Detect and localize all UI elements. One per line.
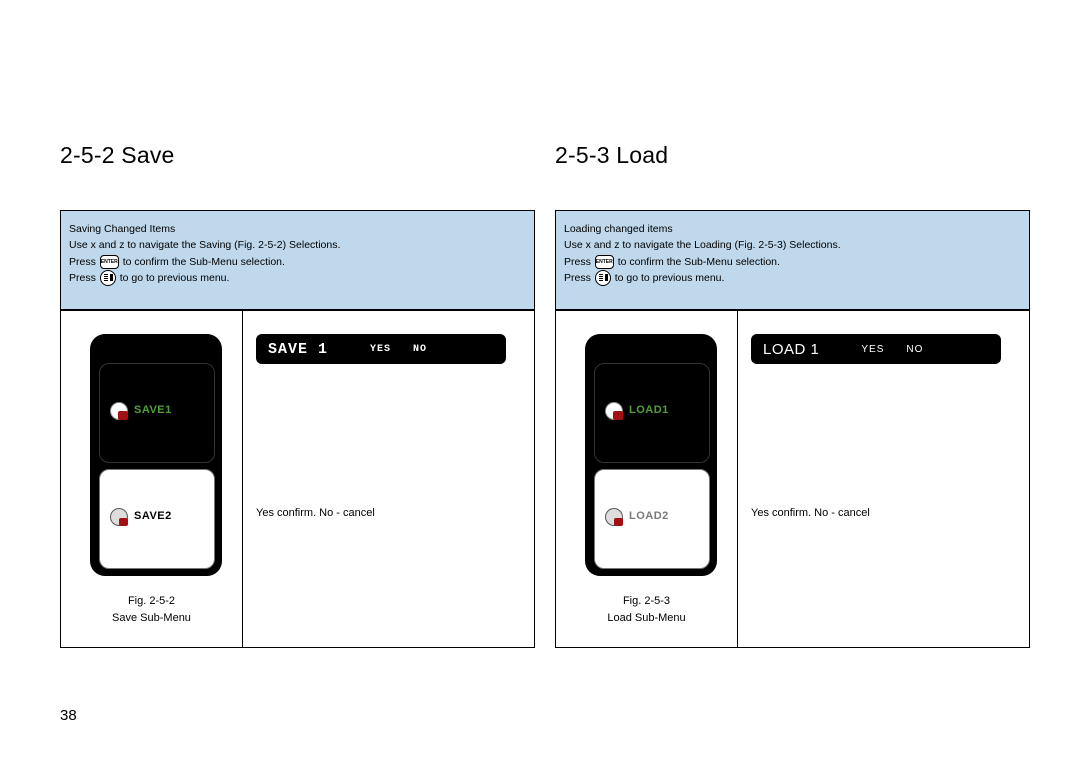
text: Press xyxy=(69,272,96,284)
bar-title: SAVE 1 xyxy=(268,341,328,358)
text: Press xyxy=(564,272,591,284)
enter-button-icon: ENTER xyxy=(100,255,119,269)
info-line: Press to go to previous menu. xyxy=(69,270,526,286)
figure-box-load: LOAD1 LOAD2 LOAD 1 YES NO Yes confirm. N… xyxy=(555,310,1030,648)
info-line: Press to go to previous menu. xyxy=(564,270,1021,286)
info-line: Press ENTER to confirm the Sub-Menu sele… xyxy=(564,254,1021,270)
slot-label: SAVE1 xyxy=(134,404,172,416)
text: to confirm the Sub-Menu selection. xyxy=(123,256,285,268)
enter-button-icon: ENTER xyxy=(595,255,614,269)
divider xyxy=(242,311,243,647)
load-slot-1: LOAD1 xyxy=(594,363,710,463)
caption-name: Load Sub-Menu xyxy=(607,612,685,624)
device-screen: SAVE1 SAVE2 xyxy=(91,335,221,575)
caption-fig: Fig. 2-5-2 xyxy=(128,595,175,607)
prompt-bar-load: LOAD 1 YES NO xyxy=(751,334,1001,364)
disc-icon xyxy=(605,508,623,526)
info-line: Saving Changed Items xyxy=(69,221,526,237)
prompt-bar-save: SAVE 1 YES NO xyxy=(256,334,506,364)
disc-icon xyxy=(110,402,128,420)
section-heading-save: 2-5-2 Save xyxy=(60,142,175,169)
slot-label: SAVE2 xyxy=(134,510,172,522)
bar-title: LOAD 1 xyxy=(763,341,819,358)
load-slot-2: LOAD2 xyxy=(594,469,710,569)
bar-option-yes: YES xyxy=(370,344,391,355)
info-box-load: Loading changed items Use x and z to nav… xyxy=(555,210,1030,310)
info-line: Press ENTER to confirm the Sub-Menu sele… xyxy=(69,254,526,270)
page-number: 38 xyxy=(60,707,77,724)
text: Press xyxy=(69,256,96,268)
device-screen: LOAD1 LOAD2 xyxy=(586,335,716,575)
text: Press xyxy=(564,256,591,268)
confirm-hint: Yes confirm. No - cancel xyxy=(256,507,375,519)
figure-caption: Fig. 2-5-2 Save Sub-Menu xyxy=(61,593,242,627)
info-box-save: Saving Changed Items Use x and z to navi… xyxy=(60,210,535,310)
slot-label: LOAD1 xyxy=(629,404,669,416)
section-heading-load: 2-5-3 Load xyxy=(555,142,668,169)
menu-button-icon xyxy=(595,270,611,286)
info-line: Loading changed items xyxy=(564,221,1021,237)
figure-caption: Fig. 2-5-3 Load Sub-Menu xyxy=(556,593,737,627)
disc-icon xyxy=(605,402,623,420)
save-slot-1: SAVE1 xyxy=(99,363,215,463)
disc-icon xyxy=(110,508,128,526)
figure-box-save: SAVE1 SAVE2 SAVE 1 YES NO Yes confirm. N… xyxy=(60,310,535,648)
slot-label: LOAD2 xyxy=(629,510,669,522)
info-line: Use x and z to navigate the Saving (Fig.… xyxy=(69,237,526,253)
text: to go to previous menu. xyxy=(120,272,230,284)
text: to confirm the Sub-Menu selection. xyxy=(618,256,780,268)
caption-name: Save Sub-Menu xyxy=(112,612,191,624)
menu-button-icon xyxy=(100,270,116,286)
divider xyxy=(737,311,738,647)
bar-option-yes: YES xyxy=(861,344,884,355)
bar-option-no: NO xyxy=(906,344,923,355)
confirm-hint: Yes confirm. No - cancel xyxy=(751,507,870,519)
bar-option-no: NO xyxy=(413,344,427,355)
caption-fig: Fig. 2-5-3 xyxy=(623,595,670,607)
info-line: Use x and z to navigate the Loading (Fig… xyxy=(564,237,1021,253)
text: to go to previous menu. xyxy=(615,272,725,284)
save-slot-2: SAVE2 xyxy=(99,469,215,569)
